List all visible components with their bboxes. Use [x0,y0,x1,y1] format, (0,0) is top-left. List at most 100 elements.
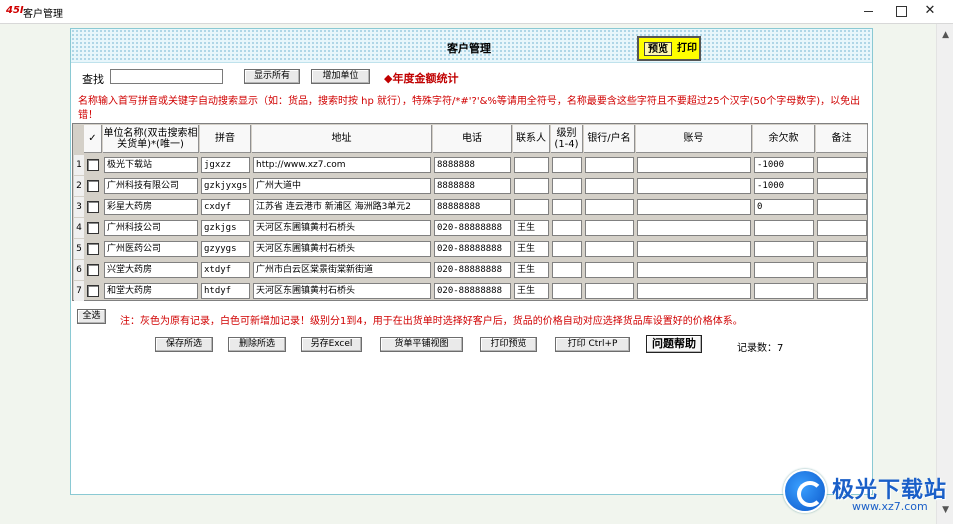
cell-contact[interactable]: 王生 [514,262,549,278]
cell-account[interactable] [637,262,751,278]
annual-stats-link[interactable]: ◆年度金额统计 [384,70,458,86]
print-button[interactable]: 打印 [675,42,699,56]
cell-remark[interactable] [817,220,867,236]
cell-bank[interactable] [585,241,634,257]
cell-name[interactable]: 极光下载站 [104,157,198,173]
preview-button[interactable]: 预览 [644,42,672,56]
cell-address[interactable]: 广州大道中 [253,178,431,194]
close-button[interactable]: ✕ [907,0,953,23]
cell-account[interactable] [637,241,751,257]
cell-balance[interactable] [754,283,814,299]
cell-address[interactable]: 天河区东圃镇黄村石桥头 [253,220,431,236]
plain-view-button[interactable]: 货单平铺视图 [380,337,463,352]
cell-address[interactable]: http://www.xz7.com [253,157,431,173]
cell-balance[interactable] [754,241,814,257]
column-header-account[interactable]: 账号 [636,125,752,153]
cell-balance[interactable] [754,220,814,236]
cell-account[interactable] [637,220,751,236]
column-header-contact[interactable]: 联系人 [513,125,550,153]
cell-name[interactable]: 广州医药公司 [104,241,198,257]
column-header-pinyin[interactable]: 拼音 [200,125,251,153]
cell-phone[interactable]: 020-88888888 [434,220,511,236]
cell-balance[interactable]: -1000 [754,178,814,194]
cell-name[interactable]: 广州科技有限公司 [104,178,198,194]
row-checkbox[interactable] [87,159,99,171]
column-header-bank[interactable]: 银行/户名 [584,125,635,153]
row-checkbox[interactable] [87,201,99,213]
delete-selected-button[interactable]: 删除所选 [228,337,286,352]
cell-pinyin[interactable]: xtdyf [201,262,250,278]
cell-account[interactable] [637,199,751,215]
cell-pinyin[interactable]: htdyf [201,283,250,299]
cell-phone[interactable]: 8888888 [434,157,511,173]
row-checkbox[interactable] [87,222,99,234]
save-excel-button[interactable]: 另存Excel [301,337,362,352]
search-input[interactable] [110,69,223,84]
cell-remark[interactable] [817,241,867,257]
cell-address[interactable]: 江苏省 连云港市 新浦区 海洲路3单元2 [253,199,431,215]
cell-account[interactable] [637,283,751,299]
cell-level[interactable] [552,199,582,215]
show-all-button[interactable]: 显示所有 [244,69,300,84]
cell-level[interactable] [552,178,582,194]
cell-pinyin[interactable]: gzkjgs [201,220,250,236]
cell-phone[interactable]: 020-88888888 [434,262,511,278]
cell-name[interactable]: 广州科技公司 [104,220,198,236]
select-all-button[interactable]: 全选 [77,309,106,324]
row-checkbox[interactable] [87,264,99,276]
column-header-address[interactable]: 地址 [252,125,432,153]
cell-pinyin[interactable]: gzyygs [201,241,250,257]
print-ctrl-button[interactable]: 打印 Ctrl+P [555,337,630,352]
vertical-scrollbar[interactable] [936,24,953,524]
cell-phone[interactable]: 88888888 [434,199,511,215]
cell-remark[interactable] [817,178,867,194]
row-checkbox[interactable] [87,243,99,255]
cell-balance[interactable] [754,262,814,278]
help-button[interactable]: 问题帮助 [646,335,702,353]
column-header-name[interactable]: 单位名称(双击搜索相关货单)*(唯一) [103,125,199,153]
cell-name[interactable]: 和堂大药房 [104,283,198,299]
column-header-remark[interactable]: 备注 [816,125,868,153]
cell-phone[interactable]: 020-88888888 [434,283,511,299]
cell-balance[interactable]: -1000 [754,157,814,173]
cell-name[interactable]: 彩星大药房 [104,199,198,215]
cell-remark[interactable] [817,262,867,278]
cell-contact[interactable]: 王生 [514,283,549,299]
save-selected-button[interactable]: 保存所选 [155,337,213,352]
cell-bank[interactable] [585,262,634,278]
column-header-balance[interactable]: 余欠款 [753,125,815,153]
cell-bank[interactable] [585,283,634,299]
add-unit-button[interactable]: 增加单位 [311,69,370,84]
cell-contact[interactable] [514,178,549,194]
cell-phone[interactable]: 8888888 [434,178,511,194]
cell-remark[interactable] [817,283,867,299]
cell-bank[interactable] [585,199,634,215]
cell-contact[interactable] [514,157,549,173]
column-header-check[interactable]: ✓ [84,125,102,153]
cell-pinyin[interactable]: gzkjyxgs [201,178,250,194]
cell-level[interactable] [552,262,582,278]
cell-phone[interactable]: 020-88888888 [434,241,511,257]
cell-address[interactable]: 广州市白云区棠景街棠新街道 [253,262,431,278]
cell-name[interactable]: 兴堂大药房 [104,262,198,278]
cell-account[interactable] [637,178,751,194]
cell-contact[interactable]: 王生 [514,220,549,236]
row-checkbox[interactable] [87,285,99,297]
cell-level[interactable] [552,241,582,257]
cell-address[interactable]: 天河区东圃镇黄村石桥头 [253,283,431,299]
cell-level[interactable] [552,157,582,173]
cell-remark[interactable] [817,199,867,215]
cell-contact[interactable]: 王生 [514,241,549,257]
cell-remark[interactable] [817,157,867,173]
cell-account[interactable] [637,157,751,173]
row-checkbox[interactable] [87,180,99,192]
cell-pinyin[interactable]: jgxzz [201,157,250,173]
print-preview-button[interactable]: 打印预览 [480,337,537,352]
scroll-up-icon[interactable]: ▲ [942,30,949,40]
cell-balance[interactable]: 0 [754,199,814,215]
cell-bank[interactable] [585,157,634,173]
cell-pinyin[interactable]: cxdyf [201,199,250,215]
cell-level[interactable] [552,283,582,299]
column-header-level[interactable]: 级别(1-4) [551,125,583,153]
cell-bank[interactable] [585,220,634,236]
